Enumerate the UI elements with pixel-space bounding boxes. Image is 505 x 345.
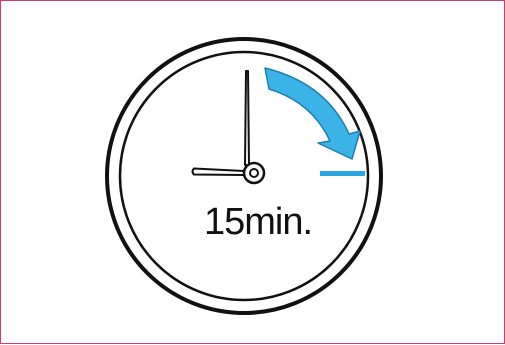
illustration-frame: 15min. (0, 0, 505, 344)
clock-icon: 15min. (105, 37, 383, 315)
duration-label: 15min. (204, 201, 312, 243)
quarter-hour-marker (320, 171, 365, 176)
minute-hand (244, 70, 250, 166)
clock-hub-center (249, 168, 259, 178)
